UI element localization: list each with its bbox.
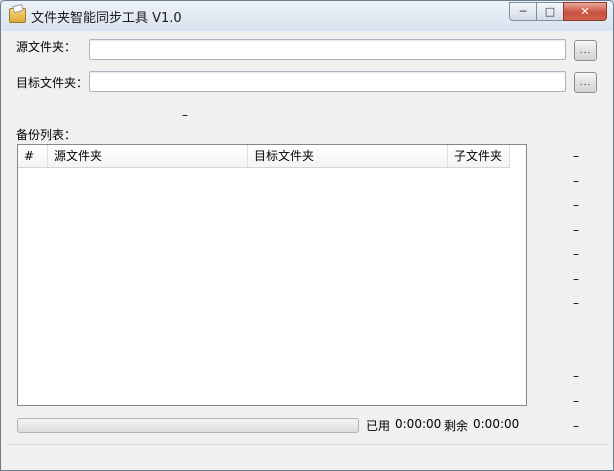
sync-progress-bar xyxy=(17,418,359,433)
column-header-source[interactable]: 源文件夹 xyxy=(48,145,248,167)
indicator-mark: – xyxy=(182,108,188,122)
minimize-button[interactable]: ─ xyxy=(509,2,537,21)
source-folder-label: 源文件夹： xyxy=(16,40,77,54)
app-icon xyxy=(9,8,26,23)
window-title: 文件夹智能同步工具 V1.0 xyxy=(31,11,182,26)
side-marker: – xyxy=(573,247,579,261)
column-header-target[interactable]: 目标文件夹 xyxy=(248,145,448,167)
title-bar: 文件夹智能同步工具 V1.0 ─ □ ✕ xyxy=(1,1,613,31)
side-marker: – xyxy=(573,149,579,163)
maximize-button[interactable]: □ xyxy=(536,2,564,21)
source-folder-input[interactable] xyxy=(89,39,566,60)
close-icon: ✕ xyxy=(580,5,590,18)
target-folder-label: 目标文件夹： xyxy=(16,76,89,90)
side-marker: – xyxy=(573,394,579,408)
side-marker: – xyxy=(573,198,579,212)
target-browse-button[interactable]: ... xyxy=(574,72,597,93)
elapsed-time: 0:00:00 xyxy=(395,417,442,431)
source-browse-button[interactable]: ... xyxy=(574,40,597,61)
side-marker: – xyxy=(573,223,579,237)
main-window: 文件夹智能同步工具 V1.0 ─ □ ✕ 源文件夹： ... 目标文件夹： ..… xyxy=(0,0,614,471)
column-header-index[interactable]: # xyxy=(18,145,48,167)
remaining-time: 0:00:00 xyxy=(473,417,520,431)
target-folder-input[interactable] xyxy=(89,71,566,92)
side-marker: – xyxy=(573,419,579,433)
caption-buttons: ─ □ ✕ xyxy=(509,2,607,21)
side-marker: – xyxy=(573,272,579,286)
minimize-icon: ─ xyxy=(519,5,527,18)
column-header-subfolder[interactable]: 子文件夹 xyxy=(448,145,510,167)
backup-list-label: 备份列表： xyxy=(16,128,77,142)
status-bar xyxy=(7,444,607,465)
side-marker: – xyxy=(573,369,579,383)
remaining-label: 剩余 xyxy=(444,419,469,433)
side-marker: – xyxy=(573,296,579,310)
elapsed-label: 已用 xyxy=(366,419,391,433)
maximize-icon: □ xyxy=(544,5,556,18)
client-area: 源文件夹： ... 目标文件夹： ... – 备份列表： # 源文件夹 目标文件… xyxy=(7,31,607,465)
close-button[interactable]: ✕ xyxy=(563,2,607,21)
backup-list[interactable]: # 源文件夹 目标文件夹 子文件夹 xyxy=(17,144,527,406)
backup-list-header: # 源文件夹 目标文件夹 子文件夹 xyxy=(18,145,510,168)
side-marker: – xyxy=(573,174,579,188)
